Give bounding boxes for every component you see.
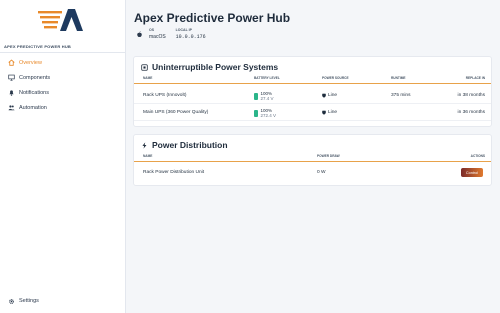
plug-icon [322,93,326,98]
power-draw: 0 W [317,170,326,175]
sidebar-nav: Overview Components Notifications Automa… [0,55,126,115]
pdu-card-title: Power Distribution [140,140,228,150]
home-icon [7,59,15,67]
system-info: OS macOS Local IP 10.0.0.176 [136,28,216,40]
ups-title-text: Uninterruptible Power Systems [152,62,279,72]
sidebar-item-settings[interactable]: Settings [0,294,126,308]
sidebar-divider [0,52,126,53]
pdu-card: Power Distribution Name Power Draw Actio… [133,134,492,186]
sidebar-item-overview[interactable]: Overview [0,55,126,70]
ups-card-title: Uninterruptible Power Systems [140,62,278,72]
battery-icon [254,109,258,117]
control-button[interactable]: Control [461,168,483,177]
sidebar-item-label: Overview [19,59,42,66]
apex-logo [38,8,86,32]
table-row: Rack Power Distribution Unit 0 W Control [134,165,491,181]
sidebar-item-notifications[interactable]: Notifications [0,85,126,100]
os-label: OS [149,28,155,32]
battery-icon [254,92,258,100]
gear-icon [7,297,15,305]
ups-name: Main UPS (360 Power Quality) [143,110,209,115]
battery-voltage: 27.4 V [260,96,274,101]
power-source: Line [322,93,337,98]
sidebar-item-automation[interactable]: Automation [0,100,126,115]
col-power-source: Power Source [322,76,349,80]
power-source: Line [322,110,337,115]
pdu-title-text: Power Distribution [152,140,228,150]
plug-icon [322,110,326,115]
page-title: Apex Predictive Power Hub [134,11,291,25]
os-value: macOS [149,34,166,40]
monitor-icon [7,74,15,82]
people-icon [7,104,15,112]
table-row: Rack UPS (Innovolt) 100% 27.4 V Line 375… [134,88,491,104]
runtime: 375 mins [391,93,411,98]
col-replace-in: Replace In [465,76,485,80]
ups-box-icon [140,63,148,71]
ups-card: Uninterruptible Power Systems Name Batte… [133,56,492,127]
pdu-table-header: Name Power Draw Actions [134,154,491,162]
pdu-name: Rack Power Distribution Unit [143,170,205,175]
ip-info: Local IP 10.0.0.176 [176,28,206,40]
hub-name: Apex Predictive Power Hub [4,44,72,49]
replace-in: in 38 months [457,93,485,98]
col-name: Name [143,154,153,158]
col-name: Name [143,76,153,80]
battery-cell: 100% 272.4 V [254,108,276,118]
sidebar-item-label: Automation [19,104,47,111]
replace-in: in 36 months [457,110,485,115]
sidebar-item-label: Notifications [19,89,49,96]
local-ip-value: 10.0.0.176 [175,34,206,40]
ups-table-header: Name Battery Level Power Source Runtime … [134,76,491,84]
col-battery-level: Battery Level [254,76,280,80]
col-actions: Actions [470,154,485,158]
apple-icon [136,31,144,39]
sidebar-item-components[interactable]: Components [0,70,126,85]
ups-name: Rack UPS (Innovolt) [143,93,187,98]
battery-cell: 100% 27.4 V [254,91,274,101]
sidebar: Apex Predictive Power Hub Overview Compo… [0,0,126,313]
os-info: OS macOS [149,28,166,40]
bell-icon [7,89,15,97]
col-power-draw: Power Draw [317,154,340,158]
lightning-icon [140,141,148,149]
table-row: Main UPS (360 Power Quality) 100% 272.4 … [134,105,491,121]
local-ip-label: Local IP [175,28,192,32]
battery-voltage: 272.4 V [260,113,277,118]
sidebar-item-label: Components [19,74,51,81]
settings-label: Settings [19,298,39,304]
col-runtime: Runtime [391,76,406,80]
